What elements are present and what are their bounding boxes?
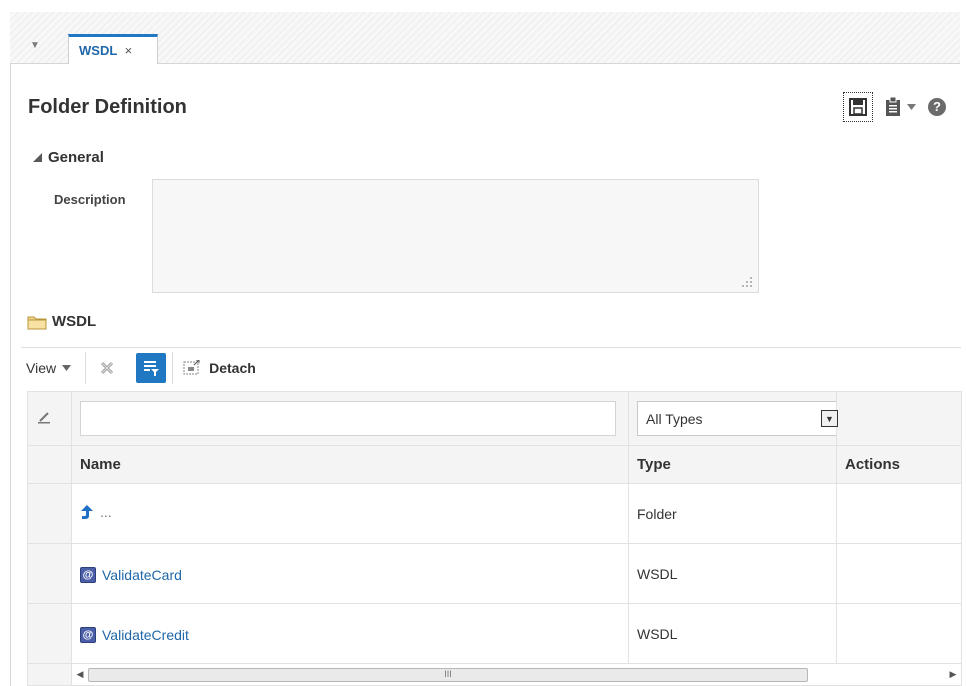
detach-label: Detach xyxy=(209,359,256,376)
help-icon[interactable]: ? xyxy=(928,98,946,116)
type-filter-selected: All Types xyxy=(646,410,703,427)
collapse-triangle-icon xyxy=(33,153,42,162)
table-toolbar: View Detach xyxy=(21,347,961,387)
tab-wsdl[interactable]: WSDL × xyxy=(68,34,158,65)
save-button[interactable] xyxy=(843,92,873,122)
type-filter-select[interactable]: All Types ▼ xyxy=(637,401,843,436)
wsdl-icon: @ xyxy=(80,626,96,643)
view-menu-button[interactable]: View xyxy=(21,360,79,376)
scroll-right-arrow-icon[interactable]: ▶ xyxy=(945,669,961,680)
row-header-corner xyxy=(27,445,72,484)
type-cell: Folder xyxy=(628,483,837,544)
type-filter-cell: All Types ▼ xyxy=(628,391,843,446)
row-header[interactable] xyxy=(27,603,72,664)
tab-close-icon[interactable]: × xyxy=(125,43,133,58)
resize-grip-icon[interactable] xyxy=(741,276,753,288)
clipboard-icon xyxy=(886,97,900,116)
page-title: Folder Definition xyxy=(28,96,187,118)
row-name-label: ValidateCredit xyxy=(102,626,189,643)
parent-folder-link[interactable]: ... xyxy=(80,504,112,520)
scrollbar-thumb[interactable]: III xyxy=(88,667,808,682)
chevron-down-icon xyxy=(62,364,72,371)
description-label: Description xyxy=(54,192,126,207)
column-header-type[interactable]: Type xyxy=(628,445,837,484)
toolbar-divider xyxy=(85,351,87,384)
up-arrow-icon xyxy=(81,505,93,519)
chevron-down-icon xyxy=(907,104,916,110)
name-cell: @ ValidateCard xyxy=(71,543,629,604)
wsdl-icon: @ xyxy=(80,566,96,583)
clipboard-menu-button[interactable] xyxy=(885,97,916,117)
name-filter-input[interactable] xyxy=(80,401,616,436)
description-field[interactable] xyxy=(152,179,759,293)
view-menu-label: View xyxy=(26,359,57,376)
clear-filter-eraser-icon[interactable] xyxy=(36,409,52,425)
horizontal-scrollbar[interactable]: ◀ III ▶ xyxy=(71,663,962,686)
main-content: Folder Definition ? General Description xyxy=(10,64,962,686)
floppy-disk-icon xyxy=(849,98,867,116)
validatecard-link[interactable]: @ ValidateCard xyxy=(80,566,182,583)
actions-cell xyxy=(836,603,962,664)
dropdown-arrow-icon: ▼ xyxy=(821,410,838,427)
folder-icon xyxy=(27,316,47,329)
type-cell: WSDL xyxy=(628,543,837,604)
scroll-left-arrow-icon[interactable]: ◀ xyxy=(72,669,88,680)
actions-cell xyxy=(836,543,962,604)
tab-menu-chevron-icon[interactable]: ▼ xyxy=(28,40,42,52)
validatecredit-link[interactable]: @ ValidateCredit xyxy=(80,626,189,643)
toolbar-divider xyxy=(172,351,174,384)
type-cell: WSDL xyxy=(628,603,837,664)
column-header-row: Name Type Actions xyxy=(27,445,962,484)
table-row[interactable]: ... Folder xyxy=(27,483,962,544)
delete-button[interactable] xyxy=(92,353,122,383)
actions-filter-cell xyxy=(836,391,962,446)
column-header-name[interactable]: Name xyxy=(71,445,629,484)
folder-contents-table: All Types ▼ Name Type Actions ... Folder… xyxy=(27,391,962,686)
query-by-example-button[interactable] xyxy=(136,352,167,383)
table-row[interactable]: @ ValidateCredit WSDL xyxy=(27,603,962,664)
name-cell: ... xyxy=(71,483,629,544)
detach-icon xyxy=(183,359,200,374)
general-section-toggle[interactable]: General xyxy=(33,149,104,166)
horizontal-scroll-row: ◀ III ▶ xyxy=(27,663,962,686)
row-name-label: ... xyxy=(100,504,112,520)
filter-row: All Types ▼ xyxy=(27,391,962,446)
row-header[interactable] xyxy=(27,543,72,604)
delete-x-icon xyxy=(101,361,114,374)
filter-row-header xyxy=(27,391,72,446)
general-section-title: General xyxy=(48,149,104,166)
wsdl-folder-header: WSDL xyxy=(27,313,96,330)
name-filter-cell xyxy=(71,391,629,446)
wsdl-folder-title: WSDL xyxy=(52,313,97,330)
row-header xyxy=(27,663,72,686)
table-row[interactable]: @ ValidateCard WSDL xyxy=(27,543,962,604)
name-cell: @ ValidateCredit xyxy=(71,603,629,664)
row-name-label: ValidateCard xyxy=(102,566,182,583)
actions-cell xyxy=(836,483,962,544)
tab-wsdl-label: WSDL xyxy=(79,43,118,58)
filter-table-icon xyxy=(144,360,160,376)
detach-button[interactable]: Detach xyxy=(179,359,256,376)
tab-strip: ▼ WSDL × xyxy=(10,12,960,65)
header-toolbar: ? xyxy=(843,92,946,122)
column-header-actions[interactable]: Actions xyxy=(836,445,962,484)
row-header[interactable] xyxy=(27,483,72,544)
scrollbar-track[interactable]: ◀ III ▶ xyxy=(72,665,961,685)
